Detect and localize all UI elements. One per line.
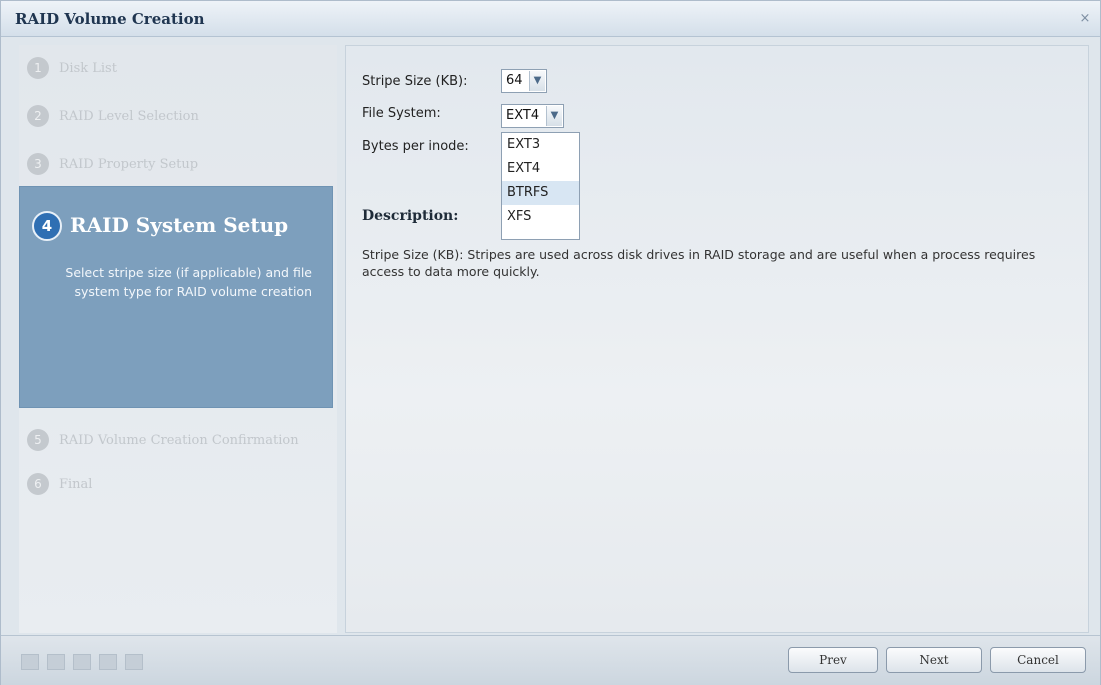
step-number: 6 (27, 473, 49, 495)
dropdown-option-ext4[interactable]: EXT4 (502, 157, 579, 181)
taskbar-icon (99, 654, 117, 670)
step-label: Disk List (59, 60, 117, 76)
step-raid-level-selection: 2 RAID Level Selection (27, 101, 199, 131)
step-final: 6 Final (27, 469, 92, 499)
step-label: Final (59, 476, 93, 492)
file-system-value: EXT4 (506, 108, 540, 123)
step-label: RAID Level Selection (59, 108, 199, 124)
step-raid-volume-creation-confirmation: 5 RAID Volume Creation Confirmation (27, 425, 299, 455)
close-icon[interactable]: × (1078, 12, 1092, 26)
file-system-select[interactable]: EXT4 ▼ (501, 104, 564, 128)
step-number: 2 (27, 105, 49, 127)
stripe-size-select[interactable]: 64 ▼ (501, 69, 547, 93)
taskbar-icon (47, 654, 65, 670)
description-text: Stripe Size (KB): Stripes are used acros… (362, 247, 1036, 279)
description-title: Description: (362, 208, 459, 224)
dropdown-option-ext3[interactable]: EXT3 (502, 133, 579, 157)
stripe-size-label: Stripe Size (KB): (362, 74, 468, 89)
step-raid-property-setup: 3 RAID Property Setup (27, 149, 198, 179)
step-raid-system-setup: 4 RAID System Setup Select stripe size (… (19, 186, 333, 408)
bytes-per-inode-label: Bytes per inode: (362, 139, 469, 154)
dialog-footer: Prev Next Cancel (1, 635, 1100, 685)
step-label: RAID Property Setup (59, 156, 199, 172)
step-number: 3 (27, 153, 49, 175)
raid-volume-dialog: RAID Volume Creation × 1 Disk List 2 RAI… (0, 0, 1101, 685)
prev-button[interactable]: Prev (788, 647, 878, 673)
step-label: RAID Volume Creation Confirmation (59, 432, 299, 448)
chevron-down-icon[interactable]: ▼ (529, 71, 545, 91)
wizard-steps: 1 Disk List 2 RAID Level Selection 3 RAI… (19, 45, 337, 633)
file-system-dropdown: EXT3 EXT4 BTRFS XFS (501, 132, 580, 240)
cancel-button[interactable]: Cancel (990, 647, 1086, 673)
active-step-description: Select stripe size (if applicable) and f… (65, 265, 312, 299)
step-number: 5 (27, 429, 49, 451)
step-number: 4 (32, 211, 62, 241)
dropdown-option-xfs[interactable]: XFS (502, 205, 579, 229)
taskbar-icon (73, 654, 91, 670)
step-disk-list: 1 Disk List (27, 53, 117, 83)
title-bar: RAID Volume Creation × (1, 1, 1100, 37)
file-system-label: File System: (362, 106, 441, 121)
step-number: 1 (27, 57, 49, 79)
dropdown-option-btrfs[interactable]: BTRFS (502, 181, 579, 205)
stripe-size-value: 64 (506, 73, 523, 88)
dialog-title: RAID Volume Creation (15, 10, 205, 28)
active-step-title: RAID System Setup (70, 213, 289, 237)
taskbar-icon (21, 654, 39, 670)
chevron-down-icon[interactable]: ▼ (546, 106, 562, 126)
taskbar-icon (125, 654, 143, 670)
next-button[interactable]: Next (886, 647, 982, 673)
content-panel: Stripe Size (KB): 64 ▼ File System: EXT4… (345, 45, 1089, 633)
